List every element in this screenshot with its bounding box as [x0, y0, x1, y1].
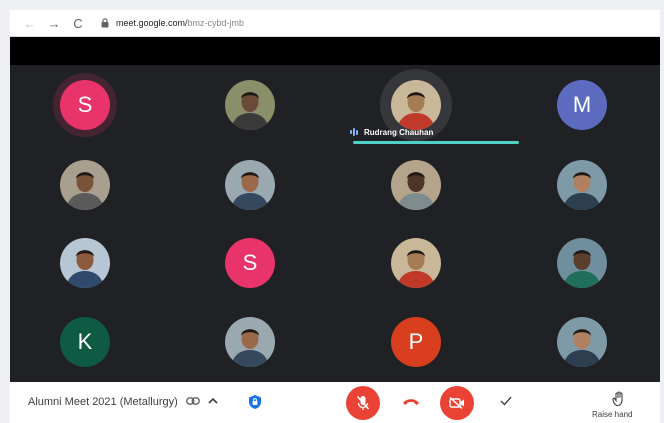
participant-tile[interactable] [502, 227, 662, 299]
mic-off-icon [356, 396, 370, 410]
participant-tile[interactable]: S [170, 227, 330, 299]
participant-tile[interactable] [170, 149, 330, 221]
url-field[interactable]: meet.google.com/bmz-cybd-jmb [116, 18, 244, 28]
meeting-title[interactable]: Alumni Meet 2021 (Metallurgy) [28, 396, 178, 408]
chevron-up-icon[interactable] [208, 397, 218, 405]
camera-off-button[interactable] [440, 386, 474, 420]
initial-avatar: M [557, 80, 607, 130]
initial-avatar: P [391, 317, 441, 367]
participant-tile[interactable]: K [5, 306, 165, 378]
participant-tile[interactable] [336, 149, 496, 221]
initial-avatar: K [60, 317, 110, 367]
shield-icon[interactable] [248, 394, 262, 410]
initial-avatar: S [60, 80, 110, 130]
participant-tile[interactable] [502, 149, 662, 221]
check-icon[interactable] [500, 396, 512, 406]
link-icon[interactable] [186, 397, 200, 405]
browser-address-bar: ← → C meet.google.com/bmz-cybd-jmb [10, 10, 660, 37]
person-photo-avatar [391, 80, 441, 130]
raise-hand-label: Raise hand [592, 410, 633, 419]
person-photo-avatar [225, 317, 275, 367]
person-photo-avatar [60, 238, 110, 288]
mic-off-button[interactable] [346, 386, 380, 420]
raise-hand-button[interactable] [612, 391, 626, 407]
reload-icon[interactable]: C [68, 13, 88, 33]
participant-tile[interactable] [5, 227, 165, 299]
meeting-controls-bar: Alumni Meet 2021 (Metallurgy) Raise hand [10, 382, 660, 423]
active-speaker-indicator [353, 141, 519, 144]
participant-tile[interactable] [502, 306, 662, 378]
person-photo-avatar [225, 80, 275, 130]
participant-tile[interactable] [336, 227, 496, 299]
initial-avatar: S [225, 238, 275, 288]
person-photo-avatar [557, 238, 607, 288]
person-photo-avatar [557, 160, 607, 210]
participant-tile[interactable]: P [336, 306, 496, 378]
participant-tile[interactable]: M [502, 69, 662, 141]
url-host: meet.google.com/ [116, 18, 188, 28]
end-call-icon [403, 399, 419, 405]
person-photo-avatar [391, 238, 441, 288]
person-photo-avatar [225, 160, 275, 210]
participant-tile[interactable] [170, 306, 330, 378]
participant-tile[interactable] [170, 69, 330, 141]
meeting-grid: Rudrang Chauhan SMSKP [10, 37, 660, 382]
url-path: bmz-cybd-jmb [187, 18, 245, 28]
back-icon[interactable]: ← [20, 13, 40, 33]
participant-tile[interactable] [5, 149, 165, 221]
participant-tile[interactable]: S [5, 69, 165, 141]
person-photo-avatar [391, 160, 441, 210]
lock-icon[interactable] [98, 16, 112, 30]
forward-icon[interactable]: → [44, 13, 64, 33]
end-call-button[interactable] [402, 397, 420, 406]
person-photo-avatar [557, 317, 607, 367]
camera-off-icon [449, 397, 464, 409]
raise-hand-icon [612, 391, 623, 407]
meeting-top-strip [10, 37, 660, 65]
participant-tile[interactable] [336, 69, 496, 141]
person-photo-avatar [60, 160, 110, 210]
